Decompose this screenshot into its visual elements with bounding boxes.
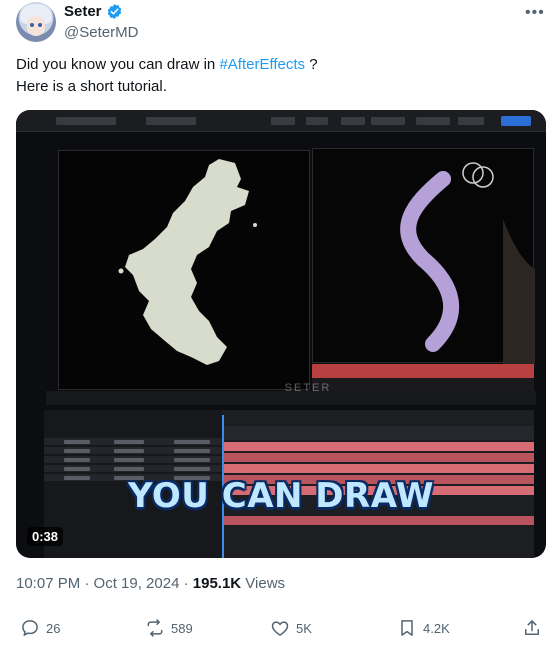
reply-count: 26 [46, 620, 61, 636]
video-watermark: SETER [284, 382, 332, 394]
bookmark-count: 4.2K [423, 620, 450, 636]
ae-tab [56, 117, 116, 125]
more-icon[interactable]: ••• [525, 4, 545, 22]
hashtag-link[interactable]: #AfterEffects [219, 56, 305, 73]
ae-tab [371, 117, 405, 125]
layer-row [44, 438, 222, 445]
verified-badge-icon [107, 4, 121, 19]
composition-viewer [58, 150, 310, 390]
tweet-text-line2: Here is a short tutorial. [16, 78, 167, 95]
repost-button[interactable]: 589 [145, 618, 193, 638]
timeline-bar [222, 464, 534, 473]
reply-icon [22, 620, 38, 636]
video-player[interactable]: SETER YOU CAN DRAW 0:38 [16, 110, 546, 558]
bookmark-button[interactable]: 4.2K [397, 618, 450, 638]
tweet-meta: 10:07 PM · Oct 19, 2024 · 195.1K Views [16, 575, 285, 592]
like-count: 5K [296, 620, 312, 636]
views-label: Views [241, 575, 286, 592]
video-duration: 0:38 [27, 527, 64, 546]
drawn-shape [118, 159, 257, 365]
layer-row [44, 447, 222, 454]
ae-tab [146, 117, 196, 125]
timeline-bar [222, 516, 534, 525]
ae-toolbar [16, 110, 546, 132]
views-count: 195.1K [192, 575, 242, 592]
share-icon [525, 620, 539, 635]
avatar[interactable] [16, 2, 56, 42]
author-handle[interactable]: @SeterMD [64, 24, 138, 41]
timeline-bar [222, 442, 534, 451]
timeline-ruler [222, 426, 534, 440]
ae-workspace-button [501, 116, 531, 126]
ae-tab [306, 117, 328, 125]
like-icon [271, 621, 289, 636]
ae-tab [416, 117, 450, 125]
author-name-row[interactable]: Seter [64, 3, 123, 20]
author-name[interactable]: Seter [64, 3, 102, 20]
tweet-text-end: ? [305, 56, 318, 73]
timeline-bar [222, 453, 534, 462]
bookmark-icon [401, 620, 413, 636]
layer-row [44, 465, 222, 472]
ae-tab [271, 117, 295, 125]
avatar-eye-left [30, 23, 34, 27]
like-button[interactable]: 5K [270, 618, 312, 638]
tweet-text: Did you know you can draw in #AfterEffec… [16, 54, 536, 98]
reply-button[interactable]: 26 [20, 618, 60, 638]
brush-stroke [400, 162, 535, 364]
video-caption: YOU CAN DRAW [127, 476, 434, 516]
share-button[interactable] [522, 618, 542, 638]
ae-red-strip [312, 364, 534, 378]
ae-tab [458, 117, 484, 125]
tweet-timestamp[interactable]: 10:07 PM · Oct 19, 2024 · [16, 575, 193, 592]
avatar-eye-right [38, 23, 42, 27]
repost-icon [147, 619, 163, 637]
action-bar: 26 589 5K 4.2K [0, 618, 559, 644]
ae-tab [341, 117, 365, 125]
tweet-text-start: Did you know you can draw in [16, 56, 220, 73]
layer-row [44, 456, 222, 463]
repost-count: 589 [171, 620, 193, 636]
layer-viewer [312, 148, 535, 364]
